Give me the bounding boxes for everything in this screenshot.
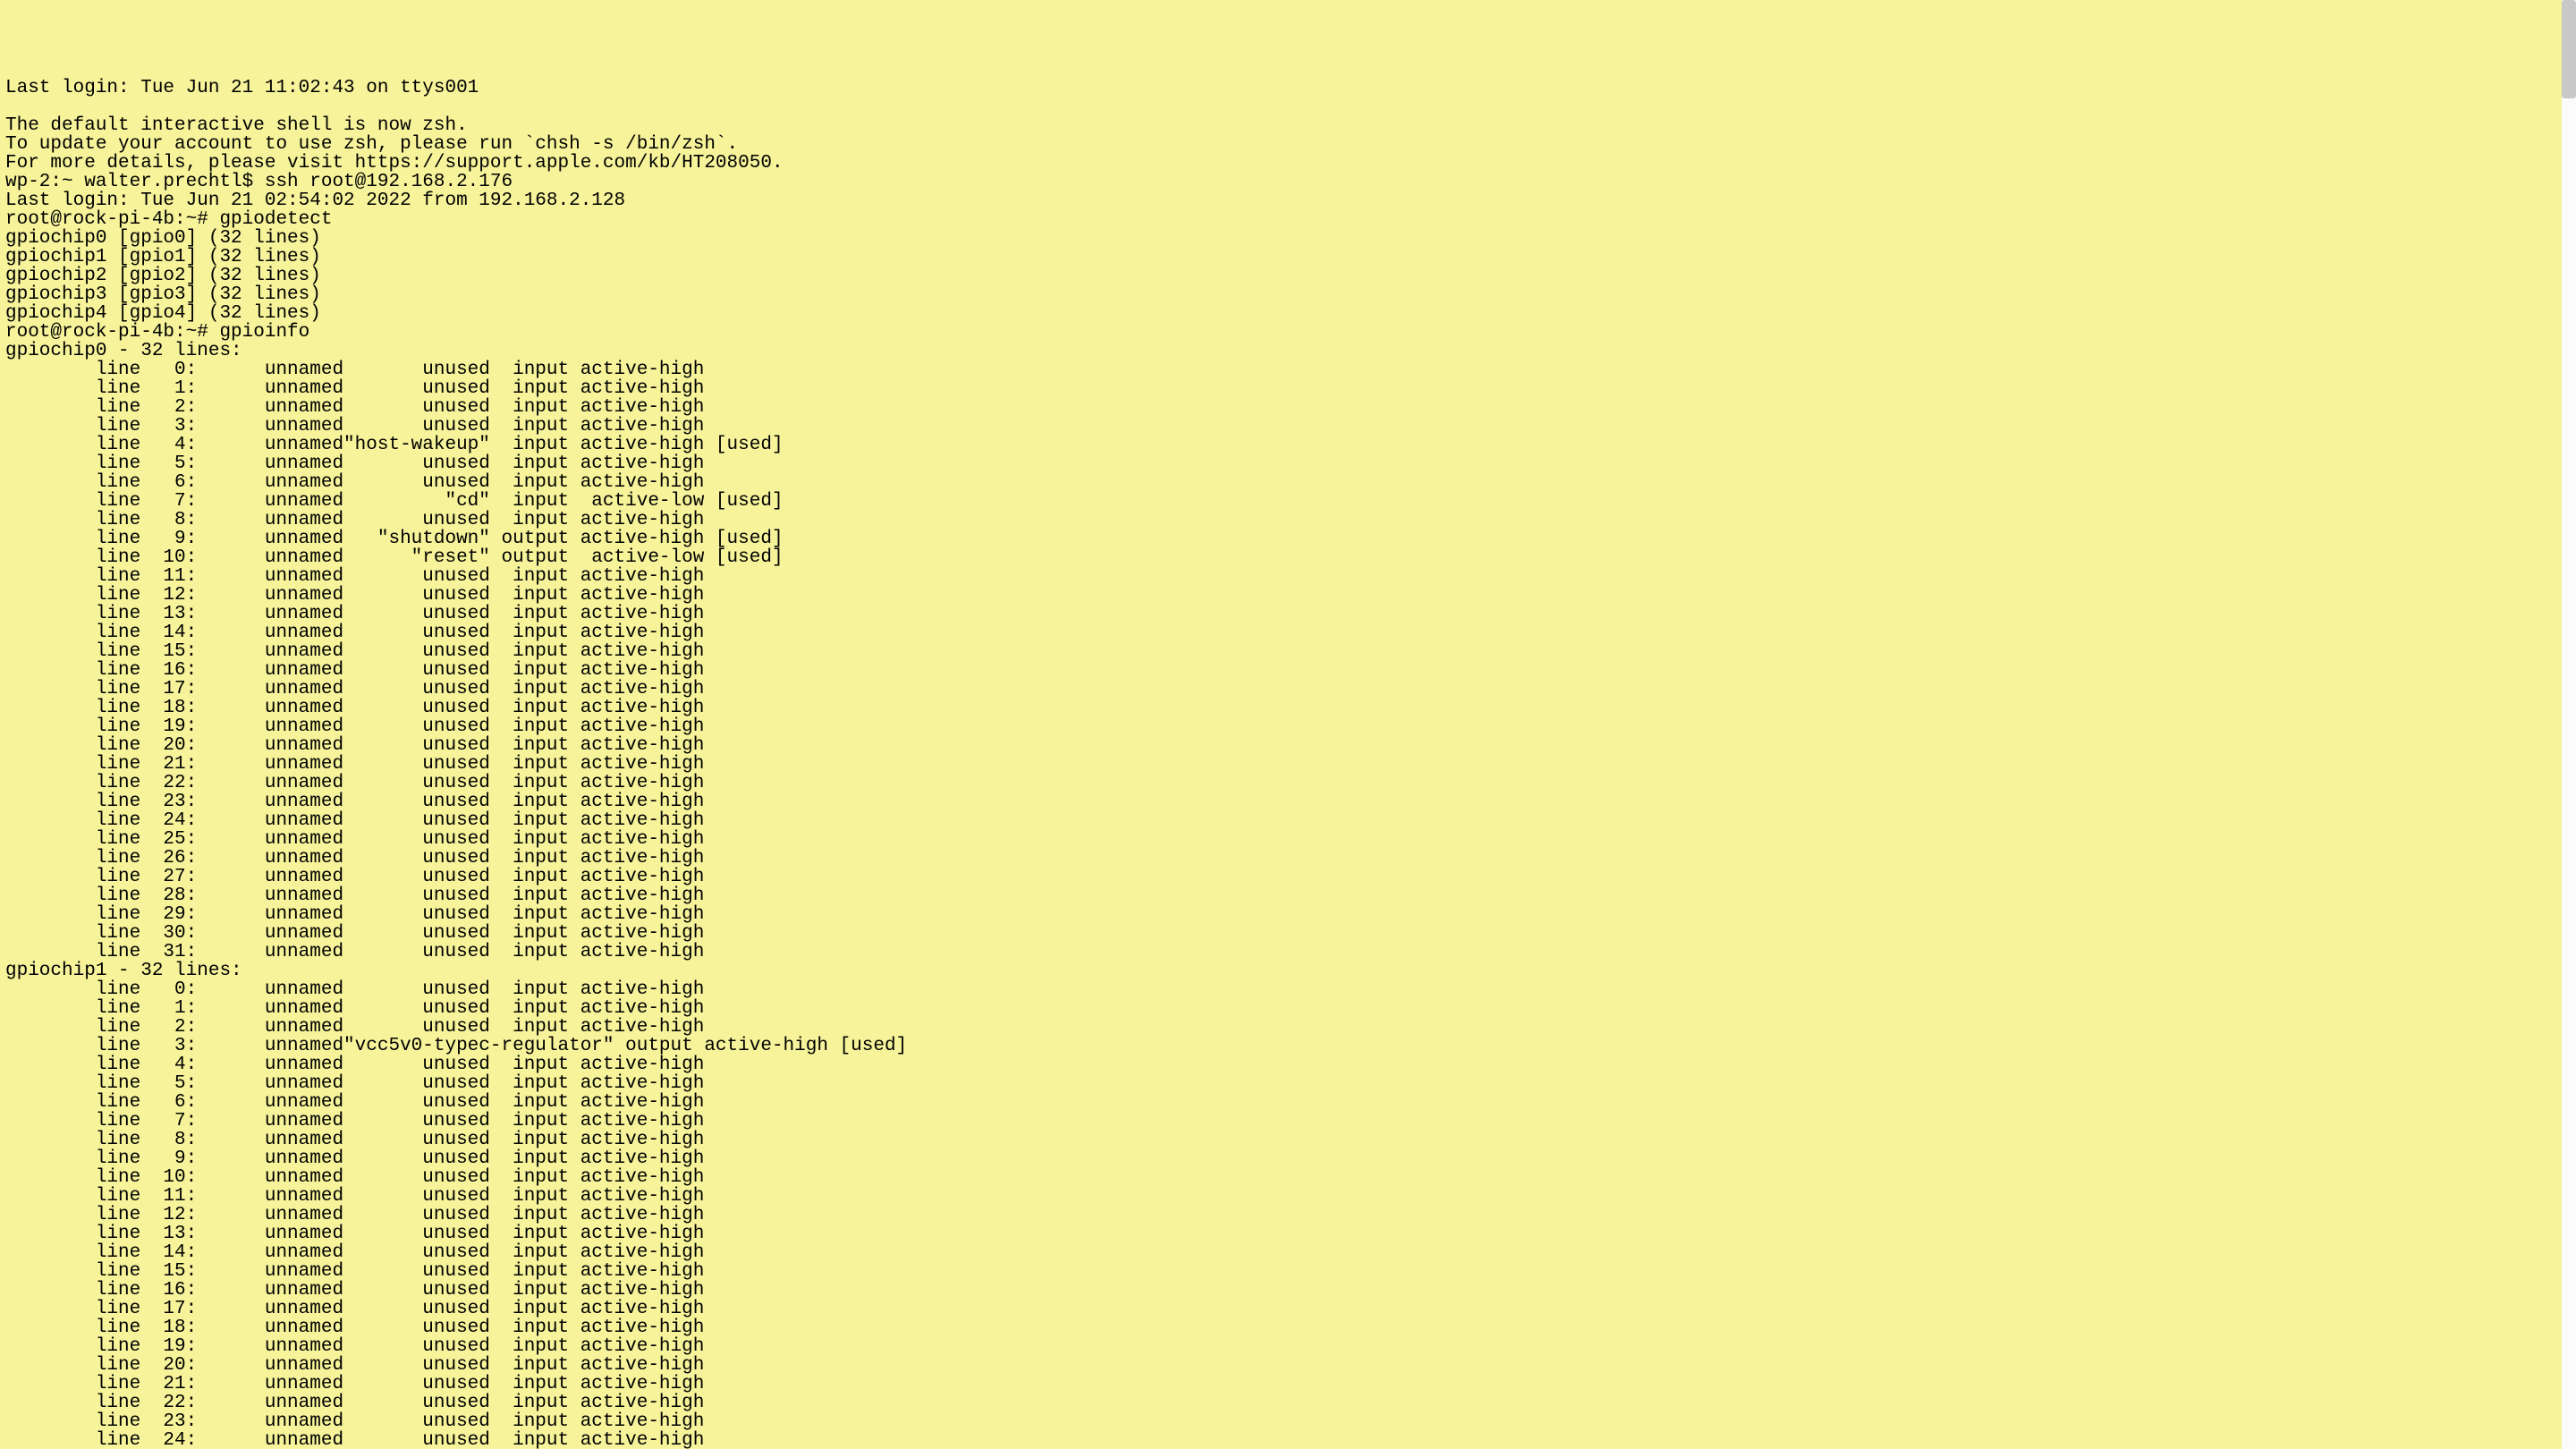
terminal-output[interactable]: Last login: Tue Jun 21 11:02:43 on ttys0… (5, 79, 2571, 1449)
scrollbar-thumb[interactable] (2562, 0, 2576, 98)
scrollbar-track[interactable] (2562, 0, 2576, 1449)
